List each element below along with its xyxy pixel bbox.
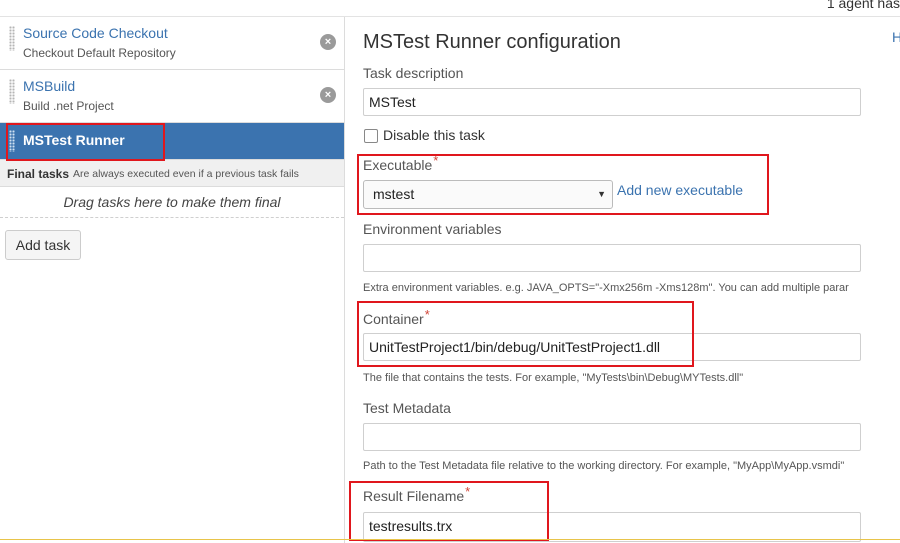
task-list-panel: Source Code Checkout Checkout Default Re… (0, 17, 344, 543)
final-tasks-title: Final tasks (7, 167, 70, 181)
test-metadata-help: Path to the Test Metadata file relative … (363, 460, 845, 472)
disable-task-label[interactable]: Disable this task (383, 127, 485, 143)
task-title[interactable]: MSTest Runner (23, 132, 125, 148)
executable-label-text: Executable (363, 157, 433, 173)
environment-variables-label: Environment variables (363, 221, 502, 237)
agent-status-text: 1 agent has (826, 0, 900, 11)
disable-task-checkbox[interactable] (364, 129, 378, 143)
final-tasks-drop-zone[interactable]: Drag tasks here to make them final (0, 187, 344, 218)
required-mark: * (465, 484, 471, 499)
result-filename-label-text: Result Filename (363, 488, 465, 504)
final-tasks-header: Final tasks Are always executed even if … (0, 160, 344, 187)
container-label-text: Container (363, 311, 424, 327)
container-label: Container* (363, 307, 430, 327)
task-item-mstest-runner[interactable]: MSTest Runner (0, 123, 344, 160)
drag-handle-icon[interactable] (9, 26, 15, 51)
task-config-panel: MSTest Runner configuration H Task descr… (345, 17, 900, 543)
test-metadata-label: Test Metadata (363, 400, 451, 416)
final-tasks-description: Are always executed even if a previous t… (73, 168, 299, 180)
executable-label: Executable* (363, 153, 438, 173)
add-new-executable-link[interactable]: Add new executable (617, 182, 743, 198)
help-link[interactable]: H (892, 29, 900, 45)
task-title[interactable]: Source Code Checkout (23, 25, 168, 41)
dropdown-arrow-icon: ▼ (597, 189, 606, 199)
remove-task-icon[interactable]: × (320, 87, 336, 103)
drag-handle-icon[interactable] (9, 130, 15, 152)
task-description-input[interactable]: MSTest (363, 88, 861, 116)
container-help: The file that contains the tests. For ex… (363, 372, 744, 384)
container-input[interactable]: UnitTestProject1/bin/debug/UnitTestProje… (363, 333, 861, 361)
remove-task-icon[interactable]: × (320, 34, 336, 50)
executable-selected-value: mstest (373, 186, 415, 202)
result-filename-input[interactable]: testresults.trx (363, 512, 861, 542)
environment-variables-input[interactable] (363, 244, 861, 272)
drag-handle-icon[interactable] (9, 79, 15, 104)
environment-variables-help: Extra environment variables. e.g. JAVA_O… (363, 282, 849, 294)
task-title[interactable]: MSBuild (23, 78, 75, 94)
top-bar: 1 agent has (0, 0, 900, 17)
page-title: MSTest Runner configuration (363, 31, 621, 53)
add-task-button[interactable]: Add task (5, 230, 81, 260)
task-subtitle: Checkout Default Repository (23, 46, 176, 60)
task-item-msbuild[interactable]: MSBuild Build .net Project × (0, 70, 344, 123)
executable-select[interactable]: mstest ▼ (363, 180, 613, 209)
result-filename-label: Result Filename* (363, 484, 470, 504)
test-metadata-input[interactable] (363, 423, 861, 451)
bottom-border (0, 539, 900, 540)
task-subtitle: Build .net Project (23, 99, 114, 113)
required-mark: * (433, 153, 439, 168)
task-item-source-checkout[interactable]: Source Code Checkout Checkout Default Re… (0, 17, 344, 70)
task-description-label: Task description (363, 65, 464, 81)
required-mark: * (424, 307, 430, 322)
